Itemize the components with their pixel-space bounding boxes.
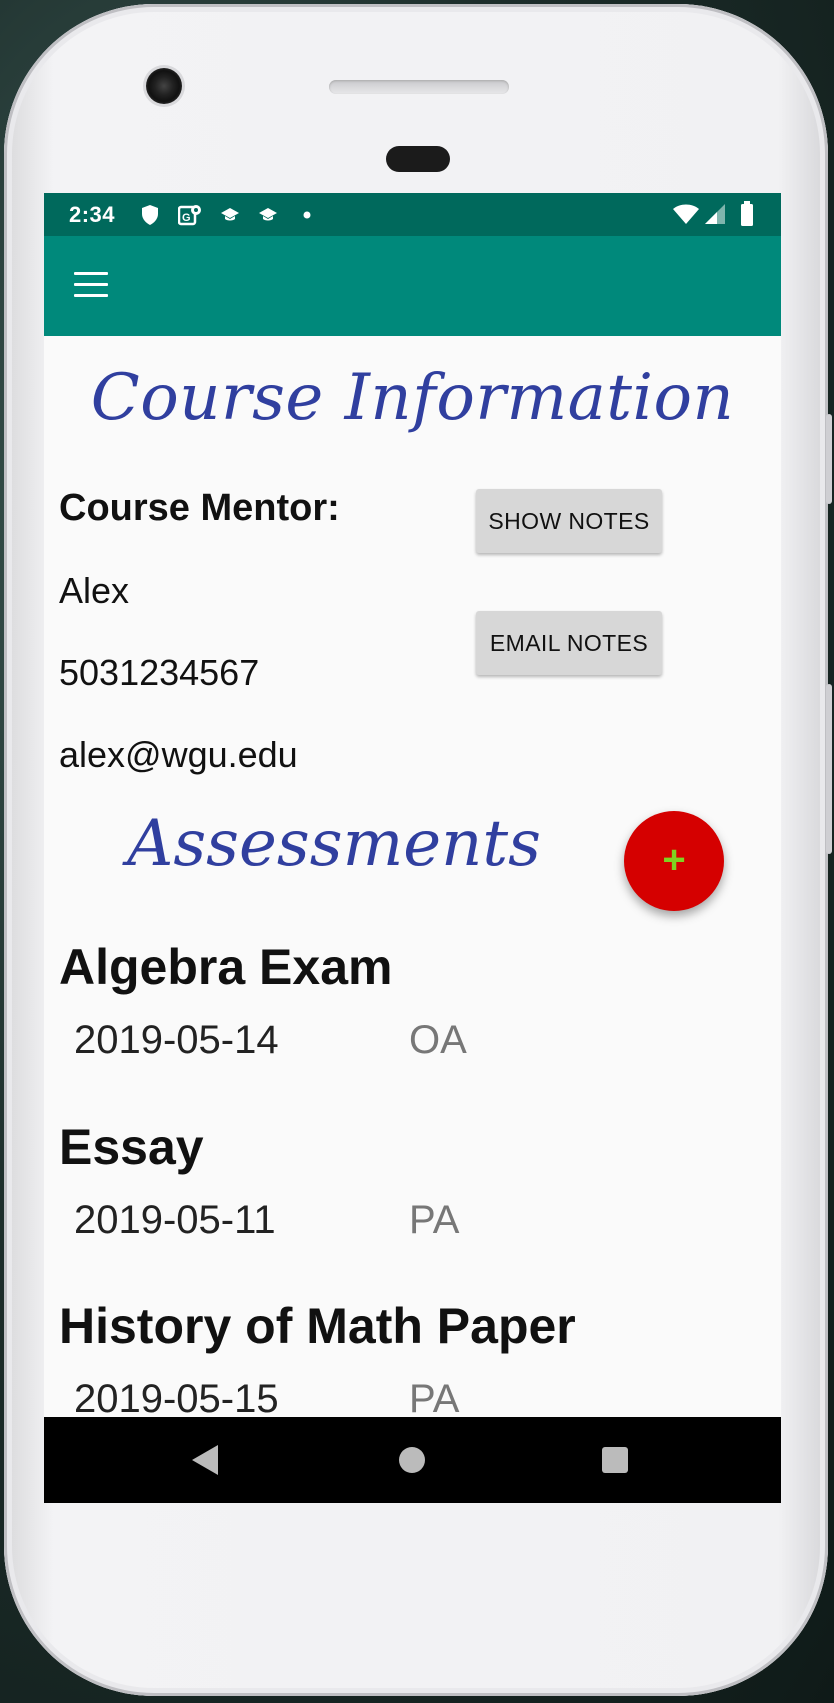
hamburger-menu-icon[interactable] <box>74 272 108 300</box>
list-item[interactable]: Algebra Exam 2019-05-14 OA <box>59 938 759 1062</box>
show-notes-button[interactable]: SHOW NOTES <box>476 489 662 553</box>
assessment-date: 2019-05-11 <box>74 1198 276 1242</box>
page-title: Course Information <box>90 361 735 435</box>
mentor-phone: 5031234567 <box>59 652 260 693</box>
volume-button <box>826 414 832 504</box>
mentor-name: Alex <box>59 570 130 611</box>
add-assessment-button[interactable]: + <box>624 811 724 911</box>
school-icon <box>259 208 277 221</box>
recents-icon[interactable] <box>602 1447 628 1473</box>
proximity-sensor <box>386 146 450 172</box>
assessment-date: 2019-05-15 <box>74 1377 279 1421</box>
school-icon <box>221 208 239 221</box>
battery-icon <box>741 201 753 226</box>
assessment-name: Algebra Exam <box>59 939 393 995</box>
course-mentor-label: Course Mentor: <box>59 487 340 529</box>
signal-icon <box>705 204 725 224</box>
power-button <box>826 684 832 854</box>
assessment-type: PA <box>409 1198 460 1242</box>
assessments-heading: Assessments <box>127 807 541 881</box>
earpiece-speaker <box>329 80 509 94</box>
dot-icon <box>303 211 311 219</box>
wifi-icon <box>673 204 699 224</box>
list-item[interactable]: History of Math Paper 2019-05-15 PA <box>59 1297 759 1421</box>
assessment-name: History of Math Paper <box>59 1298 576 1354</box>
list-item[interactable]: Essay 2019-05-11 PA <box>59 1118 759 1242</box>
assessment-type: PA <box>409 1377 460 1421</box>
status-time: 2:34 <box>69 202 116 227</box>
app-bar <box>44 236 781 336</box>
navigation-bar <box>44 1417 781 1503</box>
status-bar: 2:34 G <box>44 193 781 236</box>
email-notes-button[interactable]: EMAIL NOTES <box>476 611 662 675</box>
mentor-email: alex@wgu.edu <box>59 734 298 775</box>
maps-icon: G <box>178 205 201 226</box>
assessment-name: Essay <box>59 1119 204 1175</box>
home-icon[interactable] <box>399 1447 425 1473</box>
back-icon[interactable] <box>192 1445 218 1475</box>
app-screen: 2:34 G Course Information Course Mentor:… <box>44 193 781 1503</box>
front-camera <box>146 68 182 104</box>
svg-text:G: G <box>182 212 191 224</box>
assessment-date: 2019-05-14 <box>74 1018 279 1062</box>
shield-icon <box>142 205 158 225</box>
assessment-type: OA <box>409 1018 467 1062</box>
